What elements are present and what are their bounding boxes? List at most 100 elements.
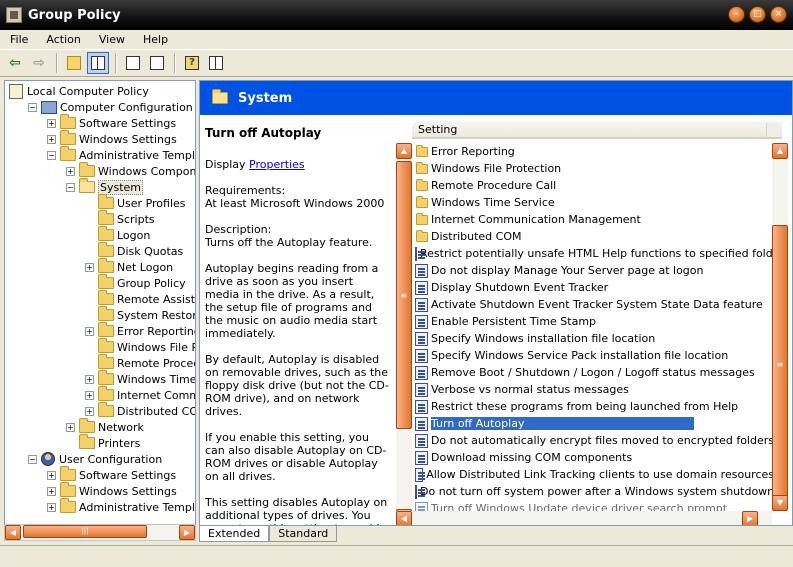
tree-item[interactable]: + Windows Settings bbox=[47, 482, 177, 499]
title-bar[interactable]: Group Policy – □ × bbox=[0, 0, 793, 30]
scroll-left-button[interactable]: ◀ bbox=[5, 525, 21, 540]
tab-extended[interactable]: Extended bbox=[199, 526, 270, 542]
tree-item[interactable]: − Administrative Templates bbox=[47, 146, 195, 163]
collapse-icon[interactable]: − bbox=[66, 182, 75, 192]
tree-item[interactable]: Remote Assistance bbox=[85, 290, 195, 307]
tree-item[interactable]: + Network bbox=[66, 418, 144, 435]
collapse-icon[interactable]: − bbox=[28, 102, 37, 112]
tree-item[interactable]: Windows File Prote bbox=[85, 338, 195, 355]
expand-icon[interactable]: + bbox=[85, 390, 94, 400]
help-button[interactable]: ? bbox=[181, 52, 203, 74]
settings-vertical-scrollbar[interactable]: ▲ ≡ ▼ bbox=[772, 143, 788, 511]
tree-horizontal-scrollbar[interactable]: ◀ ||| ▶ bbox=[4, 524, 196, 541]
tree-item[interactable]: + Distributed COM bbox=[85, 402, 195, 419]
tree-item[interactable]: Scripts bbox=[85, 210, 155, 227]
menu-action[interactable]: Action bbox=[36, 33, 88, 46]
expand-icon[interactable]: + bbox=[85, 374, 94, 384]
settings-list[interactable]: Error Reporting Windows File Protection Re… bbox=[414, 143, 774, 525]
scroll-right-button[interactable]: ▶ bbox=[742, 511, 758, 525]
menu-file[interactable]: File bbox=[0, 33, 36, 46]
expand-icon[interactable]: + bbox=[85, 406, 94, 416]
list-item[interactable]: Turn off Autoplay bbox=[414, 415, 774, 432]
collapse-icon[interactable]: − bbox=[47, 150, 56, 160]
list-item[interactable]: Distributed COM bbox=[414, 228, 774, 245]
tree-item[interactable]: − Computer Configuration bbox=[28, 99, 193, 115]
tree-item[interactable]: + Windows Settings bbox=[47, 130, 177, 147]
list-item[interactable]: Do not display Manage Your Server page a… bbox=[414, 262, 774, 279]
expand-icon[interactable]: + bbox=[85, 326, 94, 336]
expand-icon[interactable]: + bbox=[47, 470, 56, 480]
list-item[interactable]: Restrict potentially unsafe HTML Help fu… bbox=[414, 245, 774, 262]
list-item[interactable]: Allow Distributed Link Tracking clients … bbox=[414, 466, 774, 483]
tree-item[interactable]: Group Policy bbox=[85, 274, 186, 291]
tree-item[interactable]: Local Computer Policy bbox=[9, 83, 149, 99]
tree-item[interactable]: Logon bbox=[85, 226, 150, 243]
tree-item[interactable]: Disk Quotas bbox=[85, 242, 183, 259]
list-item[interactable]: Internet Communication Management bbox=[414, 211, 774, 228]
menu-view[interactable]: View bbox=[89, 33, 133, 46]
tree-item[interactable]: + Net Logon bbox=[85, 258, 173, 275]
show-hide-action-pane-button[interactable] bbox=[205, 52, 227, 74]
list-item[interactable]: Display Shutdown Event Tracker bbox=[414, 279, 774, 296]
expand-icon[interactable]: + bbox=[47, 502, 56, 512]
list-item[interactable]: Verbose vs normal status messages bbox=[414, 381, 774, 398]
expand-icon[interactable]: + bbox=[85, 262, 94, 272]
expand-icon[interactable]: + bbox=[47, 118, 56, 128]
column-header-setting[interactable]: Setting bbox=[412, 121, 782, 139]
tree-item[interactable]: − User Configuration bbox=[28, 451, 162, 467]
list-item[interactable]: Remote Procedure Call bbox=[414, 177, 774, 194]
list-item[interactable]: Do not turn off system power after a Win… bbox=[414, 483, 774, 500]
scroll-thumb[interactable]: ||| bbox=[23, 525, 147, 538]
tree-item[interactable]: + Windows Components bbox=[66, 162, 195, 179]
list-item[interactable]: Specify Windows Service Pack installatio… bbox=[414, 347, 774, 364]
close-button[interactable]: × bbox=[770, 6, 787, 23]
forward-button[interactable]: ⇨ bbox=[28, 52, 50, 74]
tree-item[interactable]: Printers bbox=[66, 434, 140, 451]
list-item[interactable]: Activate Shutdown Event Tracker System S… bbox=[414, 296, 774, 313]
tree-item[interactable]: + Windows Time Serv bbox=[85, 370, 195, 387]
list-item[interactable]: Do not automatically encrypt files moved… bbox=[414, 432, 774, 449]
expand-icon[interactable]: + bbox=[66, 422, 75, 432]
properties-button[interactable] bbox=[122, 52, 144, 74]
list-item[interactable]: Enable Persistent Time Stamp bbox=[414, 313, 774, 330]
up-one-level-button[interactable] bbox=[63, 52, 85, 74]
collapse-icon[interactable]: − bbox=[28, 454, 37, 464]
list-item[interactable]: Windows Time Service bbox=[414, 194, 774, 211]
tree-item[interactable]: + Administrative Templates bbox=[47, 498, 195, 515]
scroll-up-button[interactable]: ▲ bbox=[772, 143, 788, 159]
console-tree[interactable]: Local Computer Policy − Computer Configura… bbox=[4, 80, 196, 540]
list-item[interactable]: Download missing COM components bbox=[414, 449, 774, 466]
properties-link[interactable]: Properties bbox=[249, 158, 305, 171]
tree-item[interactable]: + Internet Communic bbox=[85, 386, 195, 403]
settings-horizontal-scrollbar[interactable]: ◀ ▶ bbox=[396, 511, 772, 525]
tab-standard[interactable]: Standard bbox=[269, 526, 338, 542]
maximize-button[interactable]: □ bbox=[749, 6, 766, 23]
list-item[interactable]: Windows File Protection bbox=[414, 160, 774, 177]
list-item[interactable]: Error Reporting bbox=[414, 143, 774, 160]
expand-icon[interactable]: + bbox=[47, 134, 56, 144]
tree-item[interactable]: − System bbox=[66, 178, 144, 195]
menu-help[interactable]: Help bbox=[133, 33, 176, 46]
scroll-up-button[interactable]: ▲ bbox=[396, 143, 412, 159]
list-item[interactable]: Restrict these programs from being launc… bbox=[414, 398, 774, 415]
scroll-down-button[interactable]: ▼ bbox=[772, 495, 788, 511]
scroll-right-button[interactable]: ▶ bbox=[179, 525, 195, 540]
minimize-button[interactable]: – bbox=[728, 6, 745, 23]
expand-icon[interactable]: + bbox=[66, 166, 75, 176]
scroll-left-button[interactable]: ◀ bbox=[396, 511, 412, 525]
scroll-track[interactable]: ||| bbox=[21, 525, 179, 540]
show-hide-tree-button[interactable] bbox=[87, 52, 109, 74]
tree-item[interactable]: User Profiles bbox=[85, 194, 186, 211]
tree-item[interactable]: + Error Reporting bbox=[85, 322, 195, 339]
tree-item[interactable]: Remote Procedure bbox=[85, 354, 195, 371]
list-item[interactable]: Remove Boot / Shutdown / Logon / Logoff … bbox=[414, 364, 774, 381]
scroll-thumb[interactable]: ≡ bbox=[396, 161, 412, 429]
tree-item[interactable]: + Software Settings bbox=[47, 466, 176, 483]
scroll-thumb[interactable]: ≡ bbox=[772, 225, 788, 503]
list-item[interactable]: Specify Windows installation file locati… bbox=[414, 330, 774, 347]
description-vertical-scrollbar[interactable]: ▲ ≡ ▼ bbox=[396, 143, 412, 525]
export-list-button[interactable] bbox=[146, 52, 168, 74]
back-button[interactable]: ⇦ bbox=[4, 52, 26, 74]
tree-item[interactable]: + Software Settings bbox=[47, 114, 176, 131]
expand-icon[interactable]: + bbox=[47, 486, 56, 496]
